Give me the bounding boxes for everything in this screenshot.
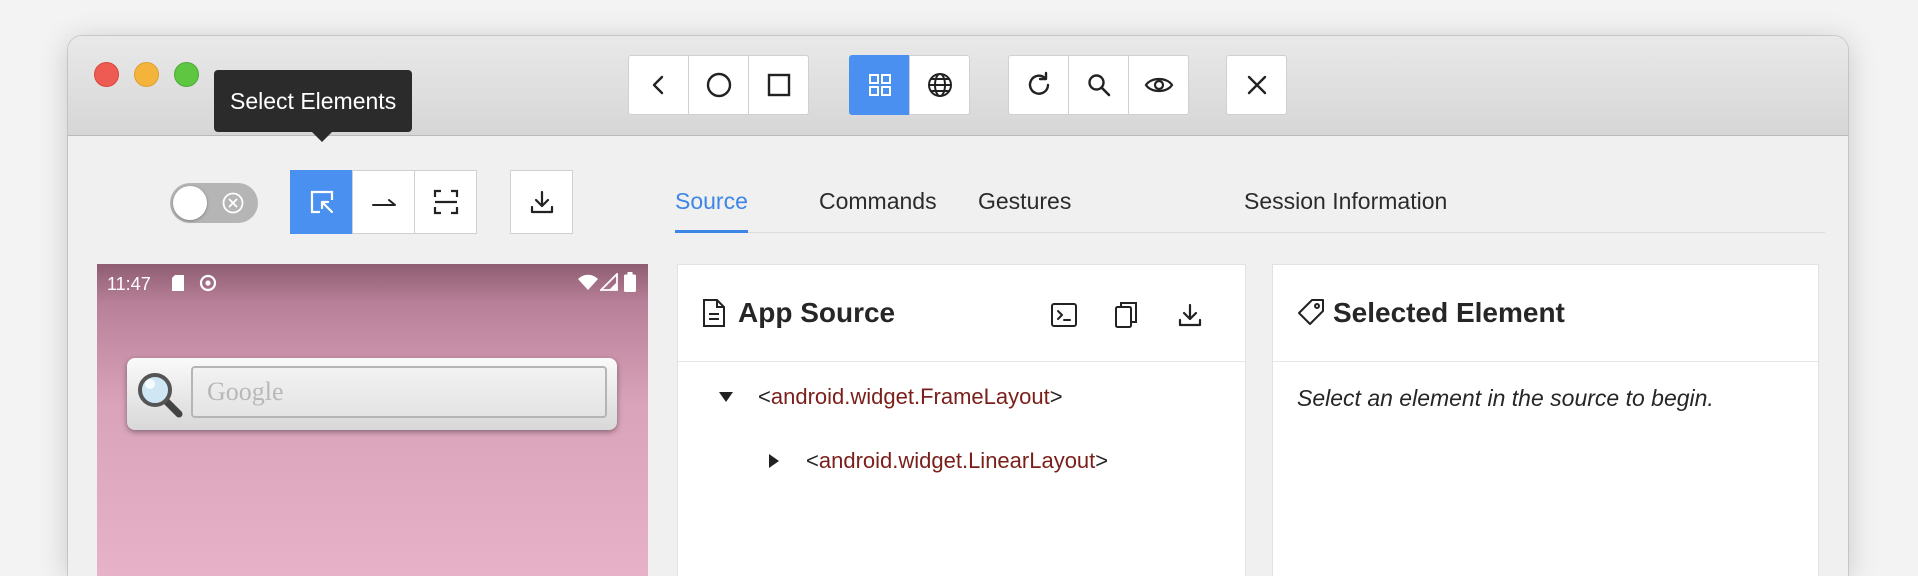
google-search-widget[interactable]: Google — [127, 358, 617, 430]
download-icon — [1178, 303, 1202, 327]
device-nav-group — [628, 55, 809, 115]
tab-commands[interactable]: Commands — [819, 170, 937, 232]
web-context-button[interactable] — [909, 55, 970, 115]
interaction-mode-group — [290, 170, 477, 234]
download-screenshot-button[interactable] — [510, 170, 573, 234]
inspector-content: Source Commands Gestures Session Informa… — [68, 136, 1848, 576]
selected-element-header: Selected Element — [1273, 265, 1818, 362]
tree-node-linearlayout[interactable]: <android.widget.LinearLayout> — [806, 446, 1108, 476]
app-switch-square-icon — [767, 73, 790, 97]
search-button[interactable] — [1068, 55, 1129, 115]
battery-icon — [624, 272, 636, 292]
device-status-bar: 11:47 — [97, 264, 648, 304]
tab-session-information[interactable]: Session Information — [1244, 170, 1447, 232]
inspector-tabs: Source Commands Gestures Session Informa… — [675, 170, 1825, 233]
toggle-attributes-button[interactable] — [1048, 299, 1080, 331]
app-source-panel: App Source <android.widget.FrameLayout> … — [677, 264, 1246, 576]
file-icon — [703, 299, 725, 327]
eye-icon — [1144, 77, 1173, 93]
copy-icon — [1115, 302, 1137, 328]
select-elements-button[interactable] — [290, 170, 353, 234]
terminal-icon — [1051, 303, 1077, 327]
back-button[interactable] — [628, 55, 689, 115]
selected-element-title: Selected Element — [1333, 297, 1565, 328]
app-source-header: App Source — [678, 265, 1245, 362]
tab-source[interactable]: Source — [675, 170, 748, 233]
quit-group — [1226, 55, 1287, 115]
home-button[interactable] — [688, 55, 749, 115]
swipe-button[interactable] — [352, 170, 415, 234]
magnifier-icon — [138, 373, 183, 418]
refresh-icon — [1028, 71, 1049, 95]
device-screenshot[interactable]: 11:47 Google — [97, 264, 648, 576]
visibility-button[interactable] — [1128, 55, 1189, 115]
tap-button[interactable] — [414, 170, 477, 234]
screenshot-toggle[interactable] — [170, 183, 258, 223]
collapsed-caret-icon[interactable] — [769, 454, 779, 468]
download-xml-button[interactable] — [1174, 299, 1206, 331]
toggle-off-icon — [222, 192, 244, 214]
selected-element-panel: Selected Element Select an element in th… — [1272, 264, 1819, 576]
google-search-field[interactable]: Google — [191, 366, 607, 418]
toggle-knob — [173, 186, 207, 220]
sd-card-icon — [172, 275, 184, 291]
app-source-title: App Source — [738, 297, 896, 328]
download-icon — [530, 190, 553, 214]
swipe-arrow-icon — [371, 199, 396, 206]
app-switch-button[interactable] — [748, 55, 809, 115]
search-icon — [1087, 74, 1110, 97]
inspector-window: Select Elements Source Commands Gestures… — [68, 36, 1848, 576]
download-group — [510, 170, 573, 234]
device-clock: 11:47 — [107, 274, 151, 294]
select-elements-icon — [310, 190, 333, 214]
expanded-caret-icon[interactable] — [719, 392, 733, 402]
sync-icon — [199, 274, 217, 292]
minimize-window-button[interactable] — [134, 62, 159, 87]
tab-gestures[interactable]: Gestures — [978, 170, 1071, 232]
home-circle-icon — [706, 72, 731, 98]
tag-icon — [1298, 299, 1324, 325]
copy-xml-button[interactable] — [1110, 299, 1142, 331]
action-group — [1008, 55, 1189, 115]
select-elements-tooltip: Select Elements — [214, 70, 413, 142]
quit-session-button[interactable] — [1226, 55, 1287, 115]
native-grid-icon — [868, 74, 891, 96]
zoom-window-button[interactable] — [174, 62, 199, 87]
context-group — [849, 55, 970, 115]
tap-screen-icon — [433, 189, 458, 215]
close-window-button[interactable] — [94, 62, 119, 87]
close-icon — [1247, 75, 1266, 95]
native-context-button[interactable] — [849, 55, 910, 115]
web-globe-icon — [927, 73, 952, 97]
selected-element-placeholder: Select an element in the source to begin… — [1297, 385, 1714, 411]
back-icon — [652, 75, 663, 95]
tree-node-framelayout[interactable]: <android.widget.FrameLayout> — [758, 382, 1063, 412]
refresh-button[interactable] — [1008, 55, 1069, 115]
wifi-icon — [578, 274, 598, 290]
cell-signal-icon — [600, 273, 618, 291]
